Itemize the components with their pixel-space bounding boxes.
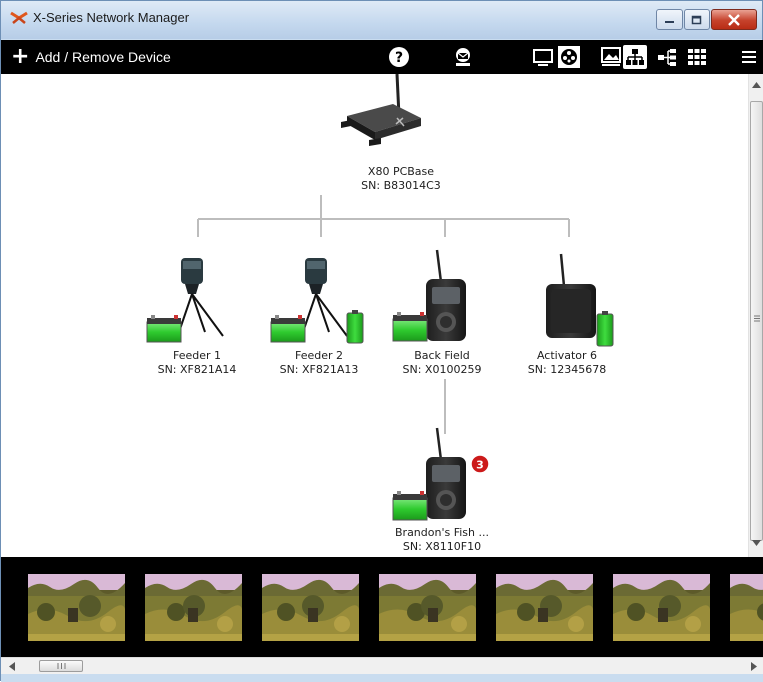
base-station-sn: SN: B83014C3 (361, 179, 441, 192)
scroll-right-arrow-icon[interactable] (751, 662, 757, 671)
photo-thumbnail[interactable] (145, 574, 242, 641)
add-remove-device-button[interactable]: + Add / Remove Device (11, 40, 171, 74)
device-tree-panel: 3 X80 PCBase SN: B83014C3 Feeder 1 SN: X… (1, 74, 748, 557)
network-tree-icon[interactable] (623, 45, 647, 69)
back-field-sn: SN: X0100259 (402, 363, 482, 376)
help-icon[interactable]: ? (387, 45, 411, 69)
back-field-name: Back Field (414, 349, 470, 362)
scroll-down-arrow-icon[interactable] (752, 540, 761, 546)
window-title: X-Series Network Manager (33, 10, 190, 25)
photo-thumbnail[interactable] (730, 574, 763, 641)
activator-6-label[interactable]: Activator 6 SN: 12345678 (507, 349, 627, 377)
scroll-left-arrow-icon[interactable] (9, 662, 15, 671)
brandons-fish-sn: SN: X8110F10 (402, 540, 482, 553)
maximize-button[interactable] (684, 9, 710, 30)
app-window: X-Series Network Manager + Add / Remove … (0, 0, 763, 682)
video-icon[interactable] (557, 45, 581, 69)
close-icon (728, 13, 740, 26)
device-base-station[interactable] (341, 74, 421, 146)
brandons-fish-name: Brandon's Fish ... (395, 526, 489, 539)
device-activator-6[interactable] (546, 253, 614, 347)
feeder-1-label[interactable]: Feeder 1 SN: XF821A14 (137, 349, 257, 377)
device-feeder-1[interactable] (146, 258, 224, 343)
maximize-icon (691, 15, 702, 24)
mail-icon[interactable] (451, 45, 475, 69)
close-button[interactable] (711, 9, 757, 30)
photo-thumbnail[interactable] (379, 574, 476, 641)
minimize-button[interactable] (656, 9, 683, 30)
feeder-1-sn: SN: XF821A14 (157, 363, 237, 376)
vertical-scroll-thumb[interactable] (750, 101, 763, 541)
activator-6-sn: SN: 12345678 (527, 363, 607, 376)
base-station-name: X80 PCBase (367, 165, 435, 178)
photo-thumbnail[interactable] (496, 574, 593, 641)
activator-6-name: Activator 6 (536, 349, 598, 362)
photo-thumbnail[interactable] (262, 574, 359, 641)
minimize-icon (664, 20, 674, 23)
device-back-field[interactable] (392, 249, 466, 342)
feeder-2-label[interactable]: Feeder 2 SN: XF821A13 (259, 349, 379, 377)
title-bar: X-Series Network Manager (1, 1, 762, 39)
feeder-2-name: Feeder 2 (294, 349, 344, 362)
menu-icon[interactable] (737, 45, 761, 69)
app-logo-icon (10, 11, 28, 24)
device-brandons-fish[interactable]: 3 (392, 427, 490, 521)
back-field-label[interactable]: Back Field SN: X0100259 (382, 349, 502, 377)
add-remove-device-label: Add / Remove Device (35, 49, 171, 65)
photo-filmstrip (1, 557, 763, 657)
device-feeder-2[interactable] (270, 258, 364, 344)
feeder-1-name: Feeder 1 (172, 349, 222, 362)
tree-connectors (197, 195, 570, 434)
notification-badge-count: 3 (476, 459, 484, 472)
plus-icon: + (11, 44, 30, 69)
network-list-icon[interactable] (655, 45, 679, 69)
photo-thumbnail[interactable] (613, 574, 710, 641)
grid-icon[interactable] (685, 45, 709, 69)
vertical-scrollbar[interactable] (748, 74, 763, 557)
photo-thumbnail[interactable] (28, 574, 125, 641)
svg-text:?: ? (395, 50, 403, 66)
horizontal-scroll-thumb[interactable] (39, 660, 83, 672)
feeder-2-sn: SN: XF821A13 (279, 363, 359, 376)
image-icon[interactable] (599, 45, 623, 69)
brandons-fish-label[interactable]: Brandon's Fish ... SN: X8110F10 (382, 526, 502, 554)
base-station-label[interactable]: X80 PCBase SN: B83014C3 (346, 165, 456, 193)
toolbar: + Add / Remove Device ? (1, 40, 763, 74)
scroll-up-arrow-icon[interactable] (752, 82, 761, 88)
monitor-icon[interactable] (531, 45, 555, 69)
device-tree-diagram: 3 (146, 74, 614, 521)
horizontal-scrollbar[interactable] (1, 657, 763, 674)
